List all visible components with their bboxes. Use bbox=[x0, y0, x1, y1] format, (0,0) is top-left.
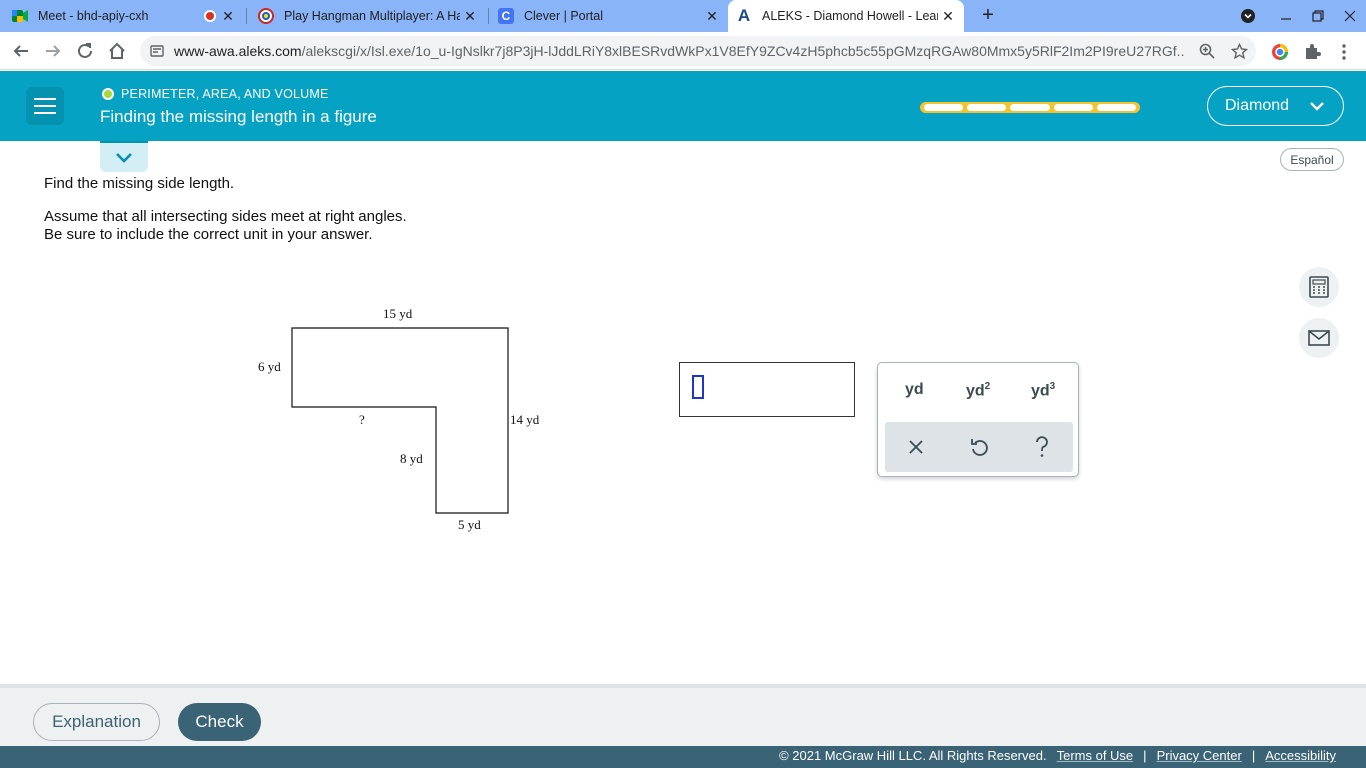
help-question-icon[interactable] bbox=[1030, 435, 1054, 459]
progress-segment bbox=[1096, 104, 1137, 111]
progress-segment bbox=[1010, 104, 1050, 111]
url-text: www-awa.aleks.com/alekscgi/x/Isl.exe/1o_… bbox=[174, 43, 1184, 59]
hangman-icon bbox=[258, 8, 274, 24]
input-cursor bbox=[692, 375, 704, 399]
answer-input[interactable] bbox=[679, 362, 855, 417]
tab-clever[interactable]: C Clever | Portal ✕ bbox=[490, 0, 728, 32]
restore-icon[interactable] bbox=[1302, 0, 1334, 32]
chevron-down-icon bbox=[116, 152, 132, 163]
label-top: 15 yd bbox=[383, 306, 413, 321]
browser-toolbar: www-awa.aleks.com/alekscgi/x/Isl.exe/1o_… bbox=[0, 32, 1366, 70]
problem-instructions: Assume that all intersecting sides meet … bbox=[44, 208, 407, 243]
progress-segment bbox=[967, 104, 1007, 111]
unit-yd2-button[interactable]: yd2 bbox=[966, 381, 990, 400]
label-inner: 8 yd bbox=[400, 451, 423, 466]
close-icon[interactable]: ✕ bbox=[220, 8, 236, 24]
clever-icon: C bbox=[498, 8, 514, 24]
label-right: 14 yd bbox=[510, 412, 540, 427]
clear-x-icon[interactable] bbox=[904, 435, 928, 459]
l-shape-figure: 15 yd 6 yd ? 14 yd 8 yd 5 yd bbox=[258, 306, 540, 532]
menu-hamburger-icon[interactable] bbox=[26, 87, 64, 125]
close-icon[interactable]: ✕ bbox=[704, 8, 720, 24]
browser-tab-bar: Meet - bhd-apiy-cxh ✕ Play Hangman Multi… bbox=[0, 0, 1366, 32]
separator: | bbox=[1143, 748, 1147, 763]
home-icon[interactable] bbox=[104, 38, 130, 64]
close-icon[interactable]: ✕ bbox=[940, 8, 956, 24]
user-menu-button[interactable]: Diamond bbox=[1207, 86, 1344, 126]
progress-bar bbox=[920, 102, 1140, 113]
address-bar[interactable]: www-awa.aleks.com/alekscgi/x/Isl.exe/1o_… bbox=[140, 36, 1256, 66]
espanol-button[interactable]: Español bbox=[1280, 148, 1344, 171]
label-left: 6 yd bbox=[258, 359, 281, 374]
undo-icon[interactable] bbox=[967, 435, 991, 459]
label-unknown: ? bbox=[359, 412, 365, 427]
l-shape-outline bbox=[291, 327, 509, 514]
zoom-icon[interactable] bbox=[1198, 42, 1216, 60]
aleks-icon: A bbox=[737, 6, 751, 25]
copyright-text: © 2021 McGraw Hill LLC. All Rights Reser… bbox=[779, 748, 1047, 763]
explanation-button[interactable]: Explanation bbox=[33, 703, 160, 741]
new-tab-plus-icon[interactable]: + bbox=[976, 4, 1000, 28]
aleks-header: PERIMETER, AREA, AND VOLUME Finding the … bbox=[0, 71, 1366, 141]
tab-hangman[interactable]: Play Hangman Multiplayer: A Ha ✕ bbox=[250, 0, 486, 32]
legal-footer: © 2021 McGraw Hill LLC. All Rights Reser… bbox=[0, 746, 1366, 768]
unit-yd3-button[interactable]: yd3 bbox=[1031, 381, 1055, 400]
bookmark-star-icon[interactable] bbox=[1230, 42, 1248, 60]
close-icon[interactable]: ✕ bbox=[462, 8, 478, 24]
site-info-icon[interactable] bbox=[150, 44, 164, 58]
unit-keypad: yd yd2 yd3 bbox=[877, 362, 1079, 477]
problem-prompt: Find the missing side length. bbox=[44, 175, 235, 192]
tab-separator bbox=[488, 8, 489, 24]
keypad-actions bbox=[885, 422, 1073, 472]
accessibility-link[interactable]: Accessibility bbox=[1265, 748, 1336, 763]
calculator-icon[interactable] bbox=[1299, 267, 1339, 307]
separator: | bbox=[1251, 748, 1256, 763]
tab-separator bbox=[246, 8, 247, 24]
recording-icon bbox=[204, 10, 216, 22]
google-meet-icon bbox=[12, 8, 28, 24]
topic-status-icon bbox=[102, 88, 114, 100]
progress-segment bbox=[924, 104, 964, 111]
chevron-down-icon bbox=[1310, 102, 1324, 111]
check-button[interactable]: Check bbox=[178, 703, 261, 741]
tab-meet[interactable]: Meet - bhd-apiy-cxh ✕ bbox=[12, 0, 244, 32]
topic-label: PERIMETER, AREA, AND VOLUME bbox=[102, 87, 329, 101]
reload-icon[interactable] bbox=[72, 38, 98, 64]
label-bottom: 5 yd bbox=[458, 517, 481, 532]
tab-search-icon[interactable] bbox=[1232, 0, 1264, 32]
expand-drawer-button[interactable] bbox=[100, 141, 148, 172]
extension-color-icon[interactable] bbox=[1270, 42, 1290, 62]
extensions-puzzle-icon[interactable] bbox=[1302, 42, 1322, 62]
unit-yd-button[interactable]: yd bbox=[905, 381, 924, 399]
action-bar: Explanation Check bbox=[0, 684, 1366, 746]
privacy-link[interactable]: Privacy Center bbox=[1157, 748, 1242, 763]
tab-aleks[interactable]: A ALEKS - Diamond Howell - Learn ✕ bbox=[728, 0, 964, 32]
page-title: Finding the missing length in a figure bbox=[100, 107, 377, 126]
window-close-icon[interactable] bbox=[1334, 0, 1366, 32]
terms-link[interactable]: Terms of Use bbox=[1057, 748, 1134, 763]
mail-icon[interactable] bbox=[1299, 318, 1339, 358]
back-arrow-icon[interactable] bbox=[8, 38, 34, 64]
more-menu-icon[interactable] bbox=[1334, 42, 1354, 62]
progress-segment bbox=[1053, 104, 1093, 111]
forward-arrow-icon[interactable] bbox=[40, 38, 66, 64]
minimize-icon[interactable] bbox=[1270, 0, 1302, 32]
